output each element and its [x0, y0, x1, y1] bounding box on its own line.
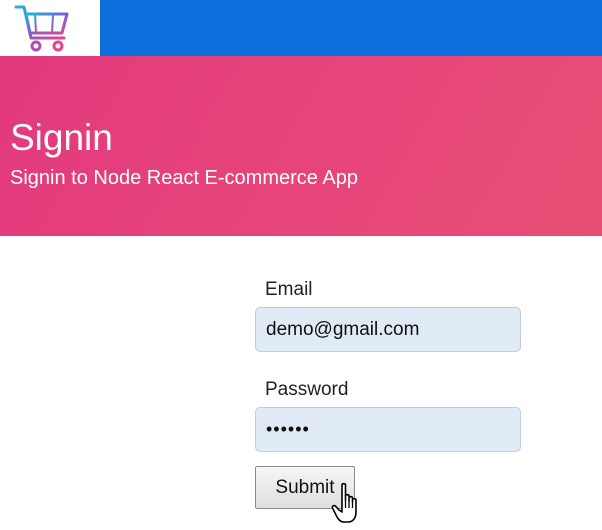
- shopping-cart-icon: [14, 5, 69, 52]
- page-title: Signin: [10, 117, 113, 158]
- submit-button[interactable]: Submit: [255, 466, 355, 509]
- logo-link[interactable]: [0, 0, 100, 56]
- password-field[interactable]: [255, 407, 521, 452]
- email-label: Email: [265, 279, 313, 300]
- page-banner: Signin Signin to Node React E-commerce A…: [0, 56, 602, 236]
- signin-form: Email Password: [255, 278, 525, 452]
- page-subtitle: Signin to Node React E-commerce App: [10, 167, 358, 189]
- password-label: Password: [265, 379, 349, 400]
- email-field[interactable]: [255, 307, 521, 352]
